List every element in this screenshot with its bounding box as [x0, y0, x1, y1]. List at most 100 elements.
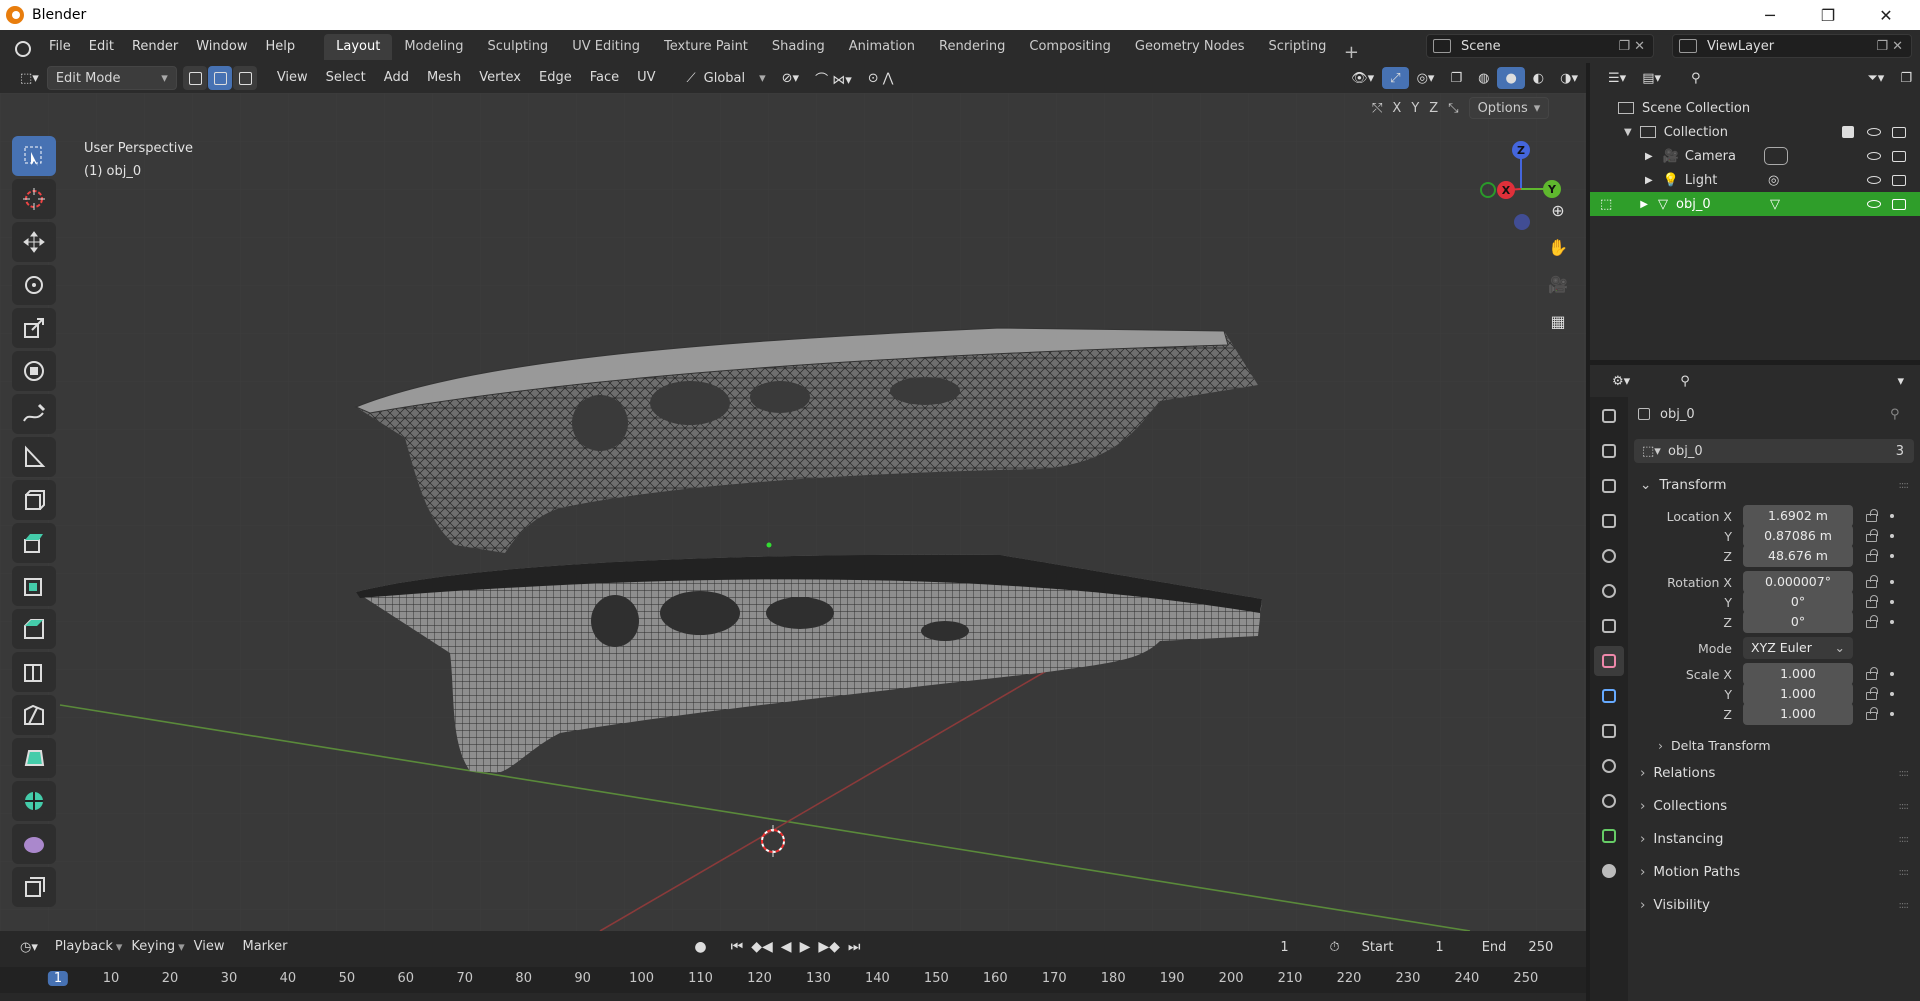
proportional-edit-icon[interactable]: ⊙ ⋀ — [860, 66, 902, 90]
delta-transform-subpanel[interactable]: › Delta Transform — [1634, 731, 1914, 759]
tab-uv-editing[interactable]: UV Editing — [560, 34, 652, 60]
location-y-lock-icon[interactable] — [1866, 529, 1878, 542]
camera-view-icon[interactable]: 🎥 — [1542, 268, 1574, 300]
object-name[interactable]: obj_0 — [1660, 407, 1695, 422]
scale-y-field[interactable]: 1.000 — [1743, 683, 1853, 705]
menu-help[interactable]: Help — [257, 34, 305, 60]
visibility-icon[interactable]: 👁▾ — [1343, 66, 1382, 90]
scale-z-field[interactable]: 1.000 — [1743, 703, 1853, 725]
add-workspace-button[interactable]: + — [1338, 42, 1364, 63]
scale-x-lock-icon[interactable] — [1866, 667, 1878, 680]
outliner-search-icon[interactable]: ⚲ — [1683, 66, 1709, 90]
scale-z-lock-icon[interactable] — [1866, 707, 1878, 720]
menu-edit[interactable]: Edit — [80, 34, 123, 60]
record-icon[interactable]: ● — [694, 939, 706, 955]
edit-mode-toggle-icon[interactable]: ⬚ — [1600, 197, 1612, 212]
light-data-icon[interactable]: ◎ — [1768, 173, 1779, 188]
location-z-field[interactable]: 48.676 m — [1743, 545, 1853, 567]
rotation-z-lock-icon[interactable] — [1866, 615, 1878, 628]
gizmo-toggle-icon[interactable]: ⤢ — [1382, 67, 1409, 89]
maximize-button[interactable]: ❐ — [1800, 0, 1856, 30]
outliner-item-camera[interactable]: ▶ 🎥 Camera — [1590, 144, 1920, 168]
gizmo-neg-z[interactable] — [1514, 214, 1530, 230]
next-keyframe-icon[interactable]: ▶◆ — [818, 939, 840, 955]
scale-y-keyframe-icon[interactable] — [1890, 692, 1894, 696]
mirror-axis-x[interactable]: X — [1392, 101, 1401, 116]
prev-keyframe-icon[interactable]: ◆◀ — [751, 939, 773, 955]
transform-tool[interactable] — [12, 351, 56, 391]
obj-render-icon[interactable] — [1892, 198, 1906, 210]
instancing-panel[interactable]: › Instancing :::: — [1634, 825, 1914, 853]
motion-paths-panel[interactable]: › Motion Paths :::: — [1634, 858, 1914, 886]
smooth-tool[interactable] — [12, 824, 56, 864]
extrude-tool[interactable] — [12, 523, 56, 563]
play-reverse-icon[interactable]: ◀ — [781, 939, 792, 955]
object-datablock-field[interactable]: ⬚▾ obj_0 3 — [1634, 439, 1914, 463]
menu-timeline-view[interactable]: View — [185, 934, 234, 960]
play-icon[interactable]: ▶ — [800, 939, 811, 955]
stopwatch-icon[interactable]: ⏱ — [1330, 940, 1340, 955]
location-x-lock-icon[interactable] — [1866, 509, 1878, 522]
auto-merge-icon[interactable]: ⤡ — [1448, 101, 1458, 116]
edge-select-icon[interactable] — [207, 66, 232, 90]
mirror-icon[interactable]: ⤲ — [1372, 101, 1382, 116]
jump-end-icon[interactable]: ⏭ — [848, 939, 861, 955]
collection-visibility-icon[interactable] — [1867, 128, 1881, 136]
render-tab-icon[interactable] — [1594, 436, 1624, 466]
menu-playback[interactable]: Playback — [46, 934, 122, 960]
tab-layout[interactable]: Layout — [324, 34, 393, 60]
relations-panel[interactable]: › Relations :::: — [1634, 759, 1914, 787]
particles-tab-icon[interactable] — [1594, 716, 1624, 746]
properties-options-icon[interactable]: ▾ — [1889, 369, 1912, 393]
modifier-tab-icon[interactable] — [1594, 681, 1624, 711]
rotation-z-field[interactable]: 0° — [1743, 611, 1853, 633]
visibility-grip-icon[interactable]: :::: — [1899, 900, 1910, 911]
rotate-tool[interactable] — [12, 265, 56, 305]
outliner-item-obj-0[interactable]: ⬚ ▶ ▽ obj_0 ▽ — [1590, 192, 1920, 216]
minimize-button[interactable]: ─ — [1742, 0, 1798, 30]
menu-mesh[interactable]: Mesh — [418, 65, 470, 91]
collection-checkbox[interactable] — [1842, 126, 1854, 138]
loop-cut-tool[interactable] — [12, 652, 56, 692]
light-render-icon[interactable] — [1892, 174, 1906, 186]
collections-grip-icon[interactable]: :::: — [1899, 801, 1910, 812]
location-x-keyframe-icon[interactable] — [1890, 514, 1894, 518]
scale-x-keyframe-icon[interactable] — [1890, 672, 1894, 676]
close-button[interactable]: ✕ — [1858, 0, 1914, 30]
mirror-axis-y[interactable]: Y — [1411, 101, 1419, 116]
shear-tool[interactable] — [12, 867, 56, 907]
pin-icon[interactable]: ⚲ — [1890, 407, 1900, 422]
transform-grip-icon[interactable]: :::: — [1899, 480, 1910, 491]
scene-selector[interactable]: Scene ❐ ✕ — [1426, 34, 1654, 58]
vertex-select-icon[interactable] — [182, 66, 207, 90]
menu-keying[interactable]: Keying — [122, 934, 184, 960]
mesh-data-icon[interactable]: ▽ — [1770, 197, 1780, 212]
new-collection-icon[interactable]: ❐ — [1892, 66, 1920, 90]
camera-visibility-icon[interactable] — [1867, 152, 1881, 160]
shading-solid-icon[interactable]: ● — [1497, 67, 1525, 89]
pan-hand-icon[interactable]: ✋ — [1542, 231, 1574, 263]
spin-tool[interactable] — [12, 781, 56, 821]
rotation-mode-dropdown[interactable]: XYZ Euler ⌄ — [1743, 637, 1853, 659]
collections-panel[interactable]: › Collections :::: — [1634, 792, 1914, 820]
location-y-field[interactable]: 0.87086 m — [1743, 525, 1853, 547]
location-y-keyframe-icon[interactable] — [1890, 534, 1894, 538]
properties-search-icon[interactable]: ⚲ — [1672, 369, 1698, 393]
constraints-tab-icon[interactable] — [1594, 786, 1624, 816]
camera-render-icon[interactable] — [1892, 150, 1906, 162]
tab-shading[interactable]: Shading — [760, 34, 837, 60]
shading-wireframe-icon[interactable]: ◍ — [1470, 66, 1497, 90]
overlay-toggle-icon[interactable]: ◎▾ — [1409, 66, 1443, 90]
menu-select[interactable]: Select — [317, 65, 375, 91]
location-z-keyframe-icon[interactable] — [1890, 554, 1894, 558]
rotation-y-field[interactable]: 0° — [1743, 591, 1853, 613]
outliner-editor-icon[interactable]: ☰▾ — [1600, 66, 1634, 90]
scene-actions-icon[interactable]: ❐ ✕ — [1618, 39, 1645, 54]
rotation-y-lock-icon[interactable] — [1866, 595, 1878, 608]
jump-start-icon[interactable]: ⏮ — [731, 939, 744, 955]
blender-menu-icon[interactable] — [12, 37, 32, 57]
rotation-z-keyframe-icon[interactable] — [1890, 620, 1894, 624]
motion-paths-grip-icon[interactable]: :::: — [1899, 867, 1910, 878]
tab-animation[interactable]: Animation — [837, 34, 927, 60]
relations-grip-icon[interactable]: :::: — [1899, 768, 1910, 779]
